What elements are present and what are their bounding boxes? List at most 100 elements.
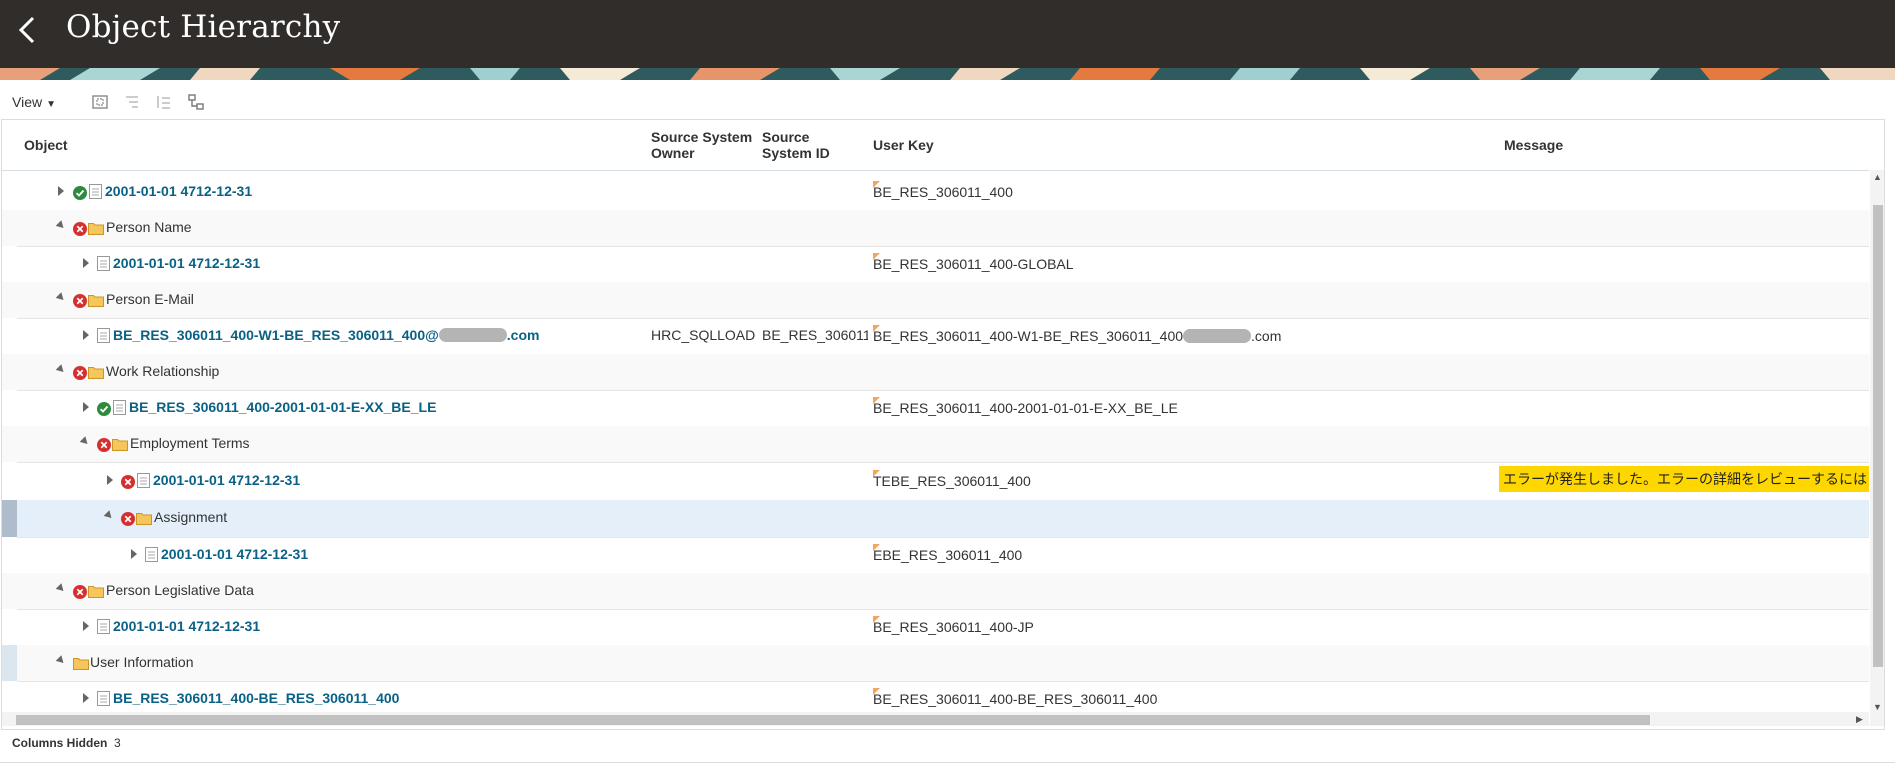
- detach-icon[interactable]: [90, 92, 110, 112]
- table-row[interactable]: BE_RES_306011_400-BE_RES_306011_400 BE_R…: [2, 681, 1869, 712]
- collapse-all-icon[interactable]: [154, 92, 174, 112]
- object-link[interactable]: 2001-01-01 4712-12-31: [105, 183, 252, 199]
- view-menu[interactable]: View ▼: [12, 94, 56, 110]
- scroll-right-icon[interactable]: ▶: [1856, 714, 1863, 725]
- folder-icon: [73, 658, 89, 670]
- columns-hidden-count: 3: [114, 736, 121, 750]
- table-row[interactable]: Work Relationship: [2, 354, 1869, 391]
- expand-toggle[interactable]: [83, 258, 89, 268]
- object-link[interactable]: BE_RES_306011_400-BE_RES_306011_400: [113, 690, 399, 706]
- object-label: Assignment: [154, 509, 228, 525]
- object-link[interactable]: 2001-01-01 4712-12-31: [161, 546, 308, 562]
- expand-all-icon[interactable]: [122, 92, 142, 112]
- horizontal-scroll-thumb[interactable]: [16, 715, 1650, 725]
- header-banner: [0, 68, 1895, 80]
- back-button[interactable]: [8, 10, 48, 50]
- collapse-toggle[interactable]: [79, 436, 91, 447]
- source-system-id-cell: BE_RES_306011_400: [762, 327, 868, 343]
- object-link[interactable]: 2001-01-01 4712-12-31: [113, 255, 260, 271]
- object-label: Employment Terms: [130, 435, 250, 451]
- error-message-cell: エラーが発生しました。エラーの詳細をレビューするには: [1499, 466, 1869, 492]
- table-row[interactable]: 2001-01-01 4712-12-31 BE_RES_306011_400: [2, 180, 1869, 211]
- table-row[interactable]: Person E-Mail: [2, 282, 1869, 319]
- column-header-source-system-owner[interactable]: Source System Owner: [651, 129, 761, 161]
- success-check-icon: [97, 402, 111, 416]
- footer-divider: [0, 762, 1895, 763]
- collapse-toggle[interactable]: [55, 655, 67, 666]
- user-key-cell: BE_RES_306011_400: [873, 181, 1013, 200]
- table-row[interactable]: 2001-01-01 4712-12-31 EBE_RES_306011_400: [2, 537, 1869, 574]
- error-x-icon: [73, 366, 87, 380]
- document-icon: [89, 184, 102, 199]
- document-icon: [113, 400, 126, 415]
- object-link[interactable]: BE_RES_306011_400-W1-BE_RES_306011_400@.…: [113, 327, 539, 343]
- user-key-cell: BE_RES_306011_400-JP: [873, 616, 1034, 635]
- document-icon: [145, 547, 158, 562]
- source-system-owner-cell: HRC_SQLLOAD: [651, 327, 756, 343]
- view-menu-label: View: [12, 94, 43, 110]
- redacted-text: [1183, 329, 1252, 343]
- table-row-selected[interactable]: Assignment: [2, 500, 1869, 538]
- collapse-toggle[interactable]: [55, 364, 67, 375]
- folder-icon: [88, 367, 104, 379]
- collapse-toggle[interactable]: [103, 510, 115, 521]
- object-link[interactable]: 2001-01-01 4712-12-31: [153, 472, 300, 488]
- column-header-source-system-id[interactable]: Source System ID: [762, 129, 852, 161]
- column-header-message[interactable]: Message: [1504, 137, 1563, 153]
- object-label: Work Relationship: [106, 363, 220, 379]
- user-key-cell: BE_RES_306011_400-BE_RES_306011_400: [873, 688, 1157, 707]
- user-key-cell: EBE_RES_306011_400: [873, 544, 1022, 563]
- document-icon: [97, 619, 110, 634]
- collapse-toggle[interactable]: [55, 583, 67, 594]
- folder-icon: [88, 295, 104, 307]
- expand-toggle[interactable]: [83, 621, 89, 631]
- vertical-scrollbar[interactable]: ▲ ▼: [1870, 170, 1884, 726]
- table-row[interactable]: Employment Terms: [2, 426, 1869, 463]
- folder-icon: [112, 439, 128, 451]
- object-label: Person Legislative Data: [106, 582, 254, 598]
- document-icon: [97, 691, 110, 706]
- expand-toggle[interactable]: [131, 549, 137, 559]
- columns-hidden-status: Columns Hidden 3: [12, 736, 121, 750]
- expand-toggle[interactable]: [58, 186, 64, 196]
- error-x-icon: [73, 294, 87, 308]
- scroll-down-icon[interactable]: ▼: [1873, 702, 1882, 712]
- error-x-icon: [121, 475, 135, 489]
- object-label: User Information: [90, 654, 194, 670]
- object-link[interactable]: BE_RES_306011_400-2001-01-01-E-XX_BE_LE: [129, 399, 436, 415]
- collapse-toggle[interactable]: [55, 292, 67, 303]
- error-x-icon: [73, 585, 87, 599]
- object-hierarchy-table: Object Source System Owner Source System…: [1, 119, 1885, 730]
- table-row[interactable]: BE_RES_306011_400-W1-BE_RES_306011_400@.…: [2, 318, 1869, 355]
- table-row[interactable]: User Information: [2, 645, 1869, 682]
- collapse-toggle[interactable]: [55, 220, 67, 231]
- table-row[interactable]: 2001-01-01 4712-12-31 BE_RES_306011_400-…: [2, 246, 1869, 283]
- expand-toggle[interactable]: [83, 330, 89, 340]
- error-x-icon: [121, 512, 135, 526]
- error-x-icon: [97, 438, 111, 452]
- back-chevron-icon: [18, 16, 35, 44]
- expand-toggle[interactable]: [83, 402, 89, 412]
- table-toolbar: View ▼: [0, 90, 1895, 118]
- expand-toggle[interactable]: [107, 475, 113, 485]
- table-row[interactable]: Person Legislative Data: [2, 573, 1869, 610]
- table-header: Object Source System Owner Source System…: [2, 120, 1869, 171]
- table-row[interactable]: 2001-01-01 4712-12-31 BE_RES_306011_400-…: [2, 609, 1869, 646]
- success-check-icon: [73, 186, 87, 200]
- horizontal-scrollbar[interactable]: ◀ ▶: [2, 712, 1869, 726]
- folder-icon: [88, 223, 104, 235]
- hierarchy-icon[interactable]: [186, 92, 206, 112]
- table-row[interactable]: Person Name: [2, 210, 1869, 247]
- expand-toggle[interactable]: [83, 693, 89, 703]
- column-header-object[interactable]: Object: [24, 137, 68, 153]
- table-row[interactable]: 2001-01-01 4712-12-31 TEBE_RES_306011_40…: [2, 462, 1869, 501]
- redacted-text: [438, 328, 507, 342]
- vertical-scroll-thumb[interactable]: [1873, 205, 1883, 667]
- table-row[interactable]: BE_RES_306011_400-2001-01-01-E-XX_BE_LE …: [2, 390, 1869, 427]
- scroll-up-icon[interactable]: ▲: [1873, 172, 1882, 182]
- object-link[interactable]: 2001-01-01 4712-12-31: [113, 618, 260, 634]
- folder-icon: [136, 513, 152, 525]
- columns-hidden-label: Columns Hidden: [12, 736, 108, 750]
- user-key-cell: BE_RES_306011_400-W1-BE_RES_306011_400 .c…: [873, 325, 1281, 344]
- column-header-user-key[interactable]: User Key: [873, 137, 934, 153]
